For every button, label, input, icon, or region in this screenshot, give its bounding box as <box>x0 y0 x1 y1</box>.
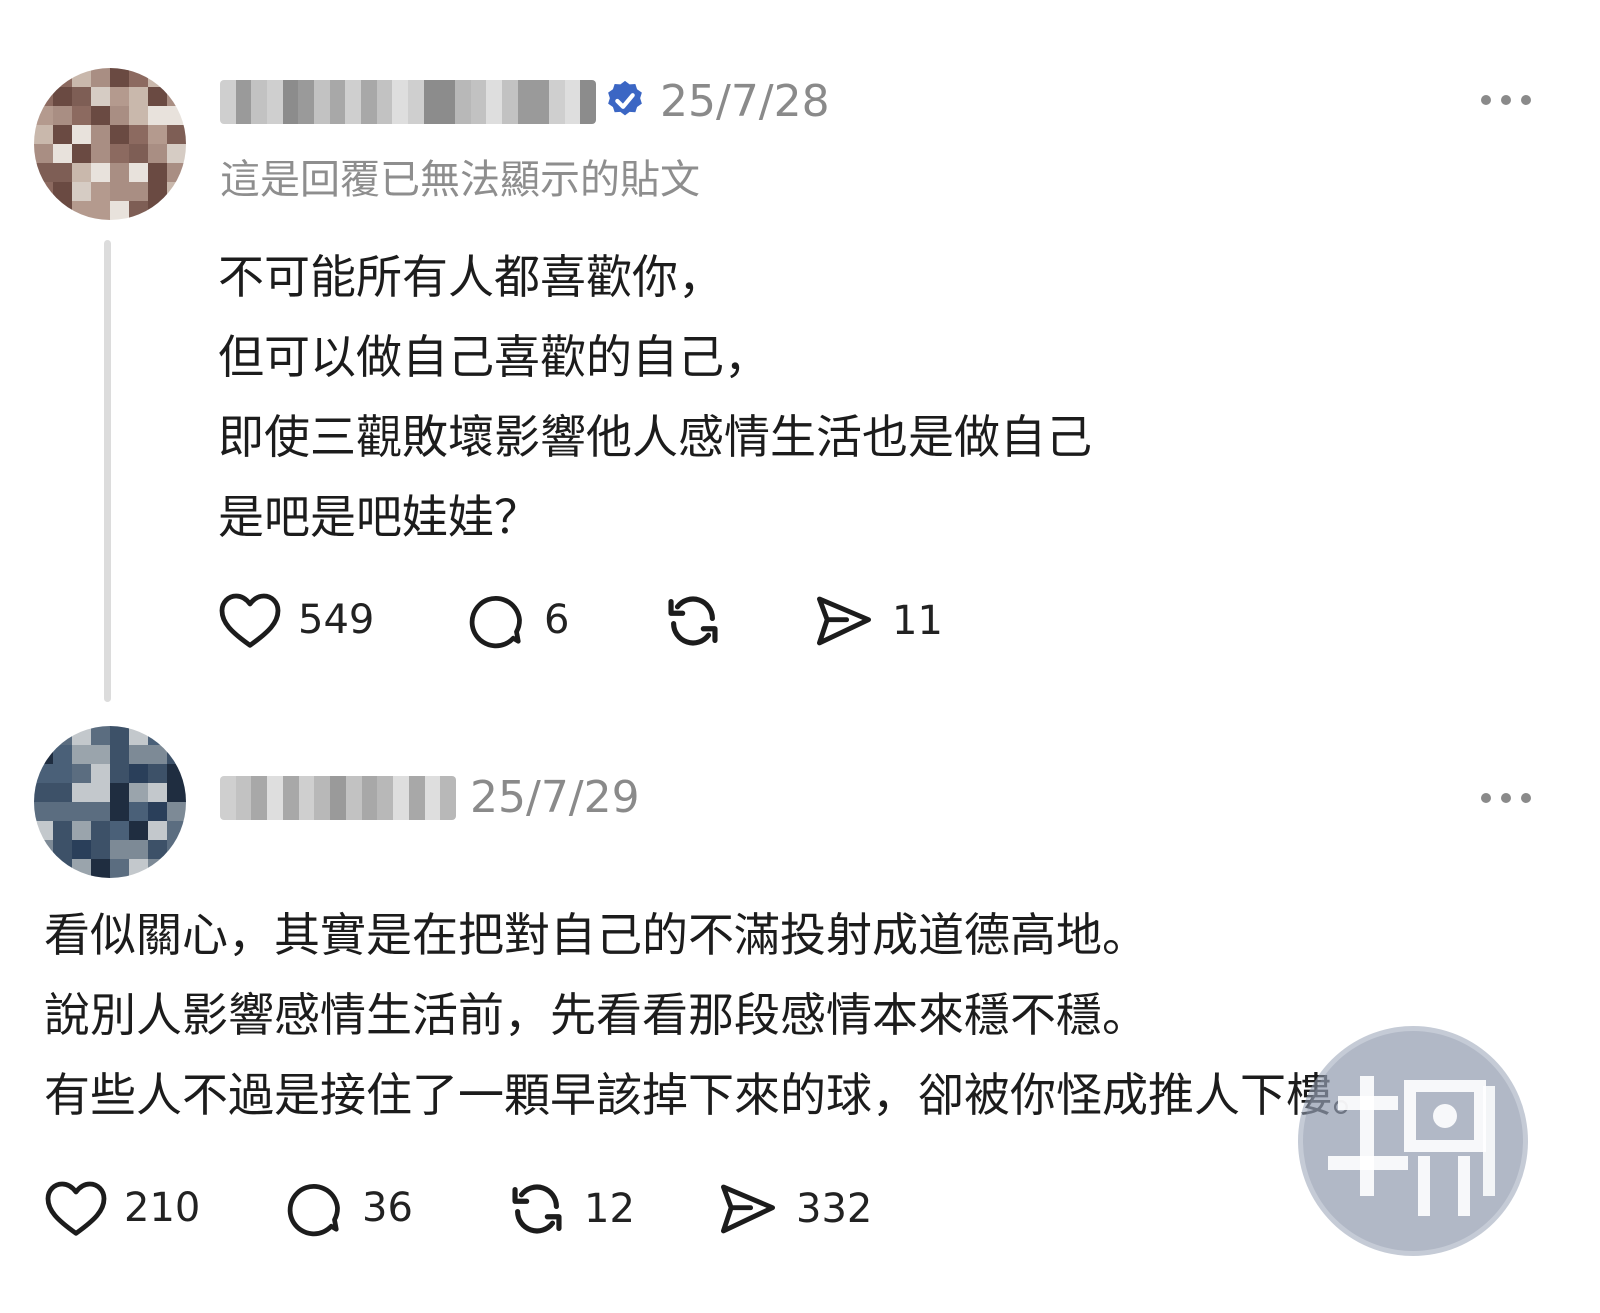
more-horizontal-icon <box>1481 95 1531 105</box>
post-text-line: 說別人影響感情生活前，先看看那段感情本來穩不穩。 <box>44 988 1148 1042</box>
more-options-button[interactable] <box>1478 788 1534 808</box>
avatar-image <box>34 68 186 220</box>
avatar-image <box>34 726 186 878</box>
share-button[interactable]: 332 <box>716 1178 872 1240</box>
username-blurred[interactable] <box>220 776 456 820</box>
heart-icon <box>219 593 281 648</box>
more-horizontal-icon <box>1481 793 1531 803</box>
repost-button[interactable]: 12 <box>504 1178 635 1240</box>
reply-context: 這是回覆已無法顯示的貼文 <box>220 157 700 203</box>
verified-badge-icon <box>608 80 642 116</box>
comment-icon <box>469 595 522 649</box>
share-count: 332 <box>796 1186 873 1232</box>
post-date: 25/7/29 <box>470 772 640 823</box>
post-text-line: 看似關心，其實是在把對自己的不滿投射成道德高地。 <box>44 908 1148 962</box>
send-icon <box>721 1184 775 1234</box>
repost-icon <box>512 1184 562 1234</box>
watermark-logo <box>1298 1026 1528 1256</box>
watermark-logo-icon <box>1303 1031 1523 1251</box>
like-count: 210 <box>124 1185 201 1231</box>
repost-icon <box>668 596 718 646</box>
username-blurred[interactable] <box>220 80 596 124</box>
post-text-line: 即使三觀敗壞影響他人感情生活也是做自己 <box>218 410 1092 464</box>
repost-count: 12 <box>584 1186 635 1232</box>
post-text-line: 但可以做自己喜歡的自己， <box>218 330 770 384</box>
avatar[interactable] <box>34 68 186 220</box>
avatar[interactable] <box>34 726 186 878</box>
reply-button[interactable]: 6 <box>466 590 569 650</box>
reply-button[interactable]: 36 <box>284 1178 413 1238</box>
reply-count: 36 <box>362 1185 413 1231</box>
heart-icon <box>45 1181 107 1236</box>
like-button[interactable]: 210 <box>44 1178 200 1238</box>
comment-icon <box>287 1183 340 1237</box>
more-options-button[interactable] <box>1478 90 1534 110</box>
post-text-line: 不可能所有人都喜歡你， <box>218 250 724 304</box>
repost-button[interactable] <box>660 590 726 652</box>
send-icon <box>817 596 871 646</box>
share-count: 11 <box>892 598 943 644</box>
thread-line <box>104 240 111 702</box>
reply-count: 6 <box>544 597 570 643</box>
post-text-line: 有些人不過是接住了一顆早該掉下來的球，卻被你怪成推人下樓。 <box>44 1068 1378 1122</box>
post-date: 25/7/28 <box>660 76 830 127</box>
post-text-line: 是吧是吧娃娃？ <box>218 490 540 544</box>
share-button[interactable]: 11 <box>812 590 943 652</box>
like-count: 549 <box>298 597 375 643</box>
like-button[interactable]: 549 <box>218 590 374 650</box>
